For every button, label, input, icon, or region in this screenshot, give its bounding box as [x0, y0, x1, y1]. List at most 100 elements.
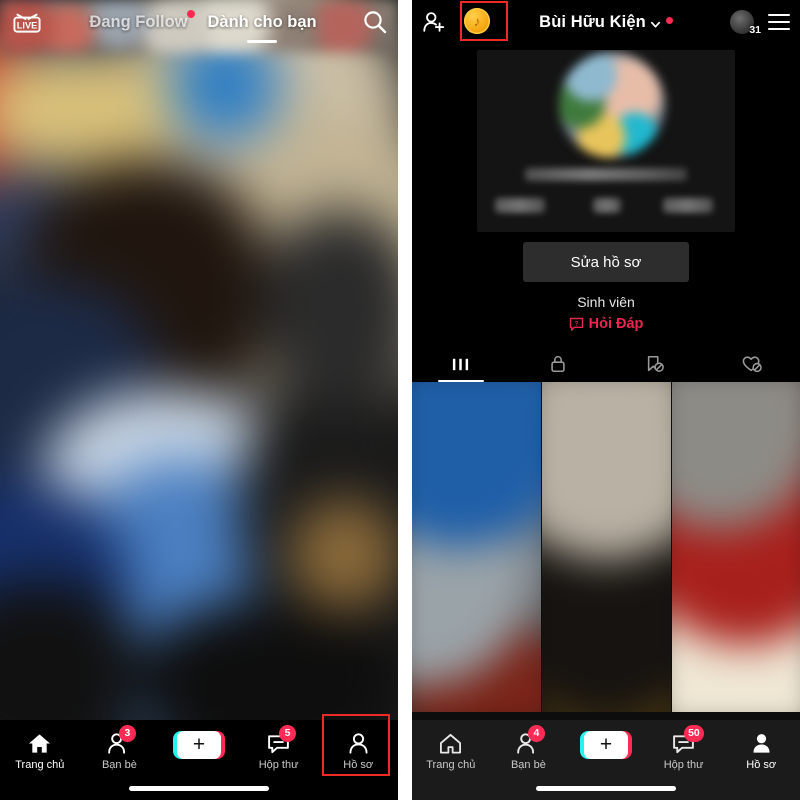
grid-icon [450, 355, 471, 374]
nav-item-inbox[interactable]: 5 Hộp thư [239, 725, 319, 771]
svg-text:LIVE: LIVE [17, 20, 38, 30]
tab-grid[interactable] [412, 346, 509, 382]
live-icon[interactable]: LIVE [10, 9, 44, 35]
notification-dot [665, 16, 673, 24]
lock-icon [548, 354, 568, 374]
profile-screen: ♪ Bùi Hữu Kiện 31 Sửa hồ sơ Sinh viên ? … [412, 0, 800, 800]
home-indicator [536, 786, 676, 791]
avatar-count-badge: 31 [749, 24, 761, 36]
stat-likes-blurred[interactable] [663, 198, 713, 213]
nav-label-friends: Bạn bè [510, 759, 546, 771]
feed-tab-foryou-label: Dành cho bạn [207, 12, 317, 31]
qa-label: Hỏi Đáp [588, 316, 644, 332]
profile-body: Sửa hồ sơ Sinh viên ? Hỏi Đáp [412, 44, 800, 382]
burger-line [768, 27, 790, 30]
nav-item-profile[interactable]: Hồ sơ [722, 726, 800, 771]
profile-header: ♪ Bùi Hữu Kiện 31 [412, 0, 800, 44]
chevron-down-icon[interactable] [650, 17, 661, 28]
badge-inbox: 5 [279, 725, 297, 742]
grid-thumbnail[interactable] [672, 382, 800, 712]
plus-inner: + [583, 731, 628, 759]
feed-tab-following[interactable]: Đang Follow [89, 9, 196, 32]
burger-line [768, 14, 790, 17]
badge-friends: 4 [527, 725, 545, 742]
nav-item-inbox[interactable]: 50 Hộp thư [645, 725, 723, 771]
nav-item-create[interactable]: + [159, 726, 239, 760]
plus-inner: + [176, 731, 221, 759]
plus-glyph: + [599, 732, 613, 756]
feed-screen: LIVE Đang Follow Dành cho bạn Trang chủ … [0, 0, 398, 800]
plus-icon[interactable]: + [579, 731, 632, 759]
home-indicator [129, 786, 269, 791]
nav-item-friends[interactable]: 4 Bạn bè [490, 725, 568, 771]
friends-icon: 3 [106, 725, 136, 756]
badge-inbox: 50 [684, 725, 704, 742]
bookmark-slash-icon [644, 354, 666, 374]
nav-item-profile[interactable]: Hồ sơ [318, 726, 398, 771]
search-icon[interactable] [362, 9, 388, 35]
home-icon [27, 730, 52, 756]
profile-info-card [477, 50, 735, 232]
svg-text:?: ? [574, 320, 578, 327]
video-blur-layer [0, 0, 398, 800]
heart-slash-icon [741, 354, 763, 374]
tab-liked[interactable] [703, 346, 800, 382]
profile-icon [749, 730, 774, 756]
create-button[interactable]: + [579, 730, 632, 760]
grid-thumbnail[interactable] [542, 382, 671, 712]
nav-label-inbox: Hộp thư [258, 759, 299, 771]
feed-video-background[interactable] [0, 0, 398, 800]
panel-divider [398, 0, 412, 800]
burger-line [768, 20, 790, 24]
nav-item-home[interactable]: Trang chủ [412, 726, 490, 771]
profile-header-left: ♪ [422, 8, 492, 36]
tab-saved[interactable] [606, 346, 703, 382]
bottom-nav-right: Trang chủ 4 Bạn bè + 50 Hộp thư Hồ sơ [412, 720, 800, 800]
avatar[interactable]: 31 [730, 10, 761, 36]
nav-label-profile: Hồ sơ [343, 759, 374, 771]
plus-icon[interactable]: + [172, 731, 225, 759]
nav-label-home: Trang chủ [426, 759, 476, 771]
nav-label-home: Trang chủ [15, 759, 65, 771]
grid-thumbnail[interactable] [412, 382, 541, 712]
profile-root: ♪ Bùi Hữu Kiện 31 Sửa hồ sơ Sinh viên ? … [412, 0, 800, 800]
nav-item-create[interactable]: + [567, 726, 645, 760]
nav-label-inbox: Hộp thư [663, 759, 704, 771]
nav-label-friends: Bạn bè [101, 759, 137, 771]
profile-content-tabs [412, 346, 800, 382]
edit-profile-button[interactable]: Sửa hồ sơ [523, 242, 689, 282]
tab-private[interactable] [509, 346, 606, 382]
coin-circle: ♪ [464, 8, 490, 34]
inbox-icon: 50 [671, 725, 704, 756]
nav-item-home[interactable]: Trang chủ [0, 726, 80, 771]
feed-tabs: Đang Follow Dành cho bạn [44, 9, 362, 43]
feed-header: LIVE Đang Follow Dành cho bạn [0, 0, 398, 44]
music-note-glyph: ♪ [473, 13, 481, 29]
nav-label-profile: Hồ sơ [746, 759, 777, 771]
profile-icon [346, 730, 371, 756]
profile-avatar-large[interactable] [559, 52, 665, 158]
friends-icon: 4 [515, 725, 545, 756]
bottom-nav-left: Trang chủ 3 Bạn bè + 5 Hộp thư Hồ sơ [0, 720, 398, 800]
add-user-icon[interactable] [422, 10, 446, 34]
hamburger-menu-icon[interactable] [768, 14, 790, 30]
badge-friends: 3 [118, 725, 136, 742]
feed-tab-following-label: Đang Follow [89, 12, 188, 31]
profile-header-right: 31 [730, 10, 790, 36]
nav-row: Trang chủ 4 Bạn bè + 50 Hộp thư Hồ sơ [412, 725, 800, 778]
create-button[interactable]: + [172, 730, 225, 760]
tiktok-coin-icon[interactable]: ♪ [464, 8, 492, 36]
nav-row: Trang chủ 3 Bạn bè + 5 Hộp thư Hồ sơ [0, 725, 398, 778]
home-icon [438, 730, 463, 756]
stat-followers-blurred[interactable] [593, 198, 621, 213]
nav-item-friends[interactable]: 3 Bạn bè [80, 725, 160, 771]
qa-bubble-icon: ? [569, 317, 584, 332]
plus-glyph: + [192, 732, 206, 756]
new-content-dot [187, 9, 196, 18]
profile-bio: Sinh viên [577, 294, 635, 310]
feed-tab-foryou[interactable]: Dành cho bạn [207, 12, 317, 43]
stat-following-blurred[interactable] [495, 198, 545, 213]
inbox-icon: 5 [266, 725, 297, 756]
profile-username[interactable]: Bùi Hữu Kiện [539, 13, 646, 32]
qa-link[interactable]: ? Hỏi Đáp [412, 316, 800, 332]
